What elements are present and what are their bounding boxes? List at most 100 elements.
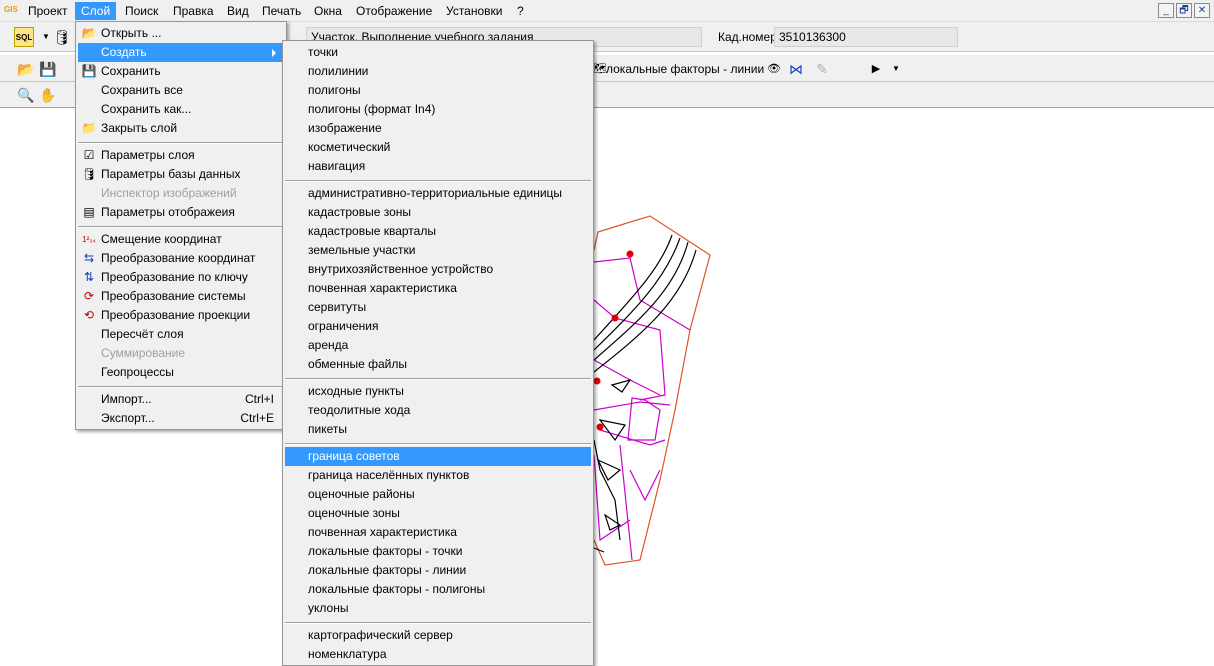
map-black-line	[593, 237, 681, 351]
create-settlement-boundary[interactable]: граница населённых пунктов	[285, 466, 591, 485]
create-image[interactable]: изображение	[285, 119, 591, 138]
menu-open-layer[interactable]: 📂 Открыть ...	[78, 24, 284, 43]
map-point	[593, 377, 601, 385]
map-black-line	[598, 419, 626, 442]
menu-search[interactable]: Поиск	[119, 2, 164, 20]
map-magenta-line	[629, 469, 661, 502]
create-polygons-in4[interactable]: полигоны (формат In4)	[285, 100, 591, 119]
dropdown-arrow-icon[interactable]: ▼	[886, 59, 906, 79]
create-admin-units[interactable]: административно-территориальные единицы	[285, 184, 591, 203]
projection-icon: ⟲	[83, 308, 95, 322]
snap-icon[interactable]: ⋈	[786, 59, 806, 79]
create-council-boundary[interactable]: граница советов	[285, 447, 591, 466]
create-nomenclature[interactable]: номенклатура	[285, 645, 591, 664]
menu-save-as[interactable]: Сохранить как...	[78, 100, 284, 119]
system-transform-icon: ⟳	[83, 289, 95, 303]
minimize-button[interactable]: _	[1158, 3, 1174, 18]
play-icon[interactable]: ▶	[866, 59, 886, 79]
menu-windows[interactable]: Окна	[308, 2, 348, 20]
display-params-icon: ▤	[83, 205, 95, 219]
create-source-points[interactable]: исходные пункты	[285, 382, 591, 401]
create-valuation-districts[interactable]: оценочные районы	[285, 485, 591, 504]
open-folder-icon[interactable]: 📂	[16, 59, 36, 79]
menu-coord-transform[interactable]: ⇆ Преобразование координат	[78, 249, 284, 268]
create-soil-characteristic[interactable]: почвенная характеристика	[285, 279, 591, 298]
menu-save-layer[interactable]: 💾 Сохранить	[78, 62, 284, 81]
create-points[interactable]: точки	[285, 43, 591, 62]
map-magenta-line	[619, 444, 633, 561]
submenu-arrow-icon	[272, 49, 276, 57]
create-theodolite-traverses[interactable]: теодолитные хода	[285, 401, 591, 420]
cadastral-label: Кад.номер	[718, 30, 777, 44]
pencil-icon[interactable]: ✎	[812, 59, 832, 79]
map-magenta-line	[593, 299, 666, 401]
create-soil-characteristic-2[interactable]: почвенная характеристика	[285, 523, 591, 542]
menu-settings[interactable]: Установки	[440, 2, 508, 20]
menu-summation[interactable]: Суммирование	[78, 344, 284, 363]
create-navigation[interactable]: навигация	[285, 157, 591, 176]
create-exchange-files[interactable]: обменные файлы	[285, 355, 591, 374]
menu-coord-offset[interactable]: 1²₃₄ Смещение координат	[78, 230, 284, 249]
create-pickets[interactable]: пикеты	[285, 420, 591, 439]
create-land-plots[interactable]: земельные участки	[285, 241, 591, 260]
create-servitudes[interactable]: сервитуты	[285, 298, 591, 317]
menu-create-layer[interactable]: Создать	[78, 43, 284, 62]
menu-key-transform[interactable]: ⇅ Преобразование по ключу	[78, 268, 284, 287]
menu-db-params[interactable]: 🛢 Параметры базы данных	[78, 165, 284, 184]
restore-button[interactable]: 🗗	[1176, 3, 1192, 18]
menu-project[interactable]: Проект	[22, 2, 74, 20]
menu-image-inspector[interactable]: Инспектор изображений	[78, 184, 284, 203]
menu-system-transform[interactable]: ⟳ Преобразование системы	[78, 287, 284, 306]
close-button[interactable]: ✕	[1194, 3, 1210, 18]
create-cadastral-zones[interactable]: кадастровые зоны	[285, 203, 591, 222]
app-logo-icon: GIS	[4, 5, 18, 14]
menu-projection-transform[interactable]: ⟲ Преобразование проекции	[78, 306, 284, 325]
menu-help[interactable]: ?	[511, 2, 530, 20]
menu-recalc-layer[interactable]: Пересчёт слоя	[78, 325, 284, 344]
menu-bar: GIS Проект Слой Поиск Правка Вид Печать …	[0, 0, 1214, 22]
active-layer-name[interactable]: локальные факторы - линии	[606, 60, 764, 78]
menu-layer[interactable]: Слой	[75, 2, 117, 20]
create-farm-structure[interactable]: внутрихозяйственное устройство	[285, 260, 591, 279]
menu-export[interactable]: Экспорт... Ctrl+E	[78, 409, 284, 428]
menu-view[interactable]: Вид	[221, 2, 255, 20]
map-black-line	[593, 249, 697, 373]
create-restrictions[interactable]: ограничения	[285, 317, 591, 336]
pan-hand-icon[interactable]: ✋	[38, 85, 58, 105]
create-cosmetic[interactable]: косметический	[285, 138, 591, 157]
save-icon[interactable]: 💾	[38, 59, 58, 79]
zoom-icon[interactable]: 🔍	[16, 85, 36, 105]
save-icon: 💾	[81, 64, 97, 78]
create-polylines[interactable]: полилинии	[285, 62, 591, 81]
menu-display-params[interactable]: ▤ Параметры отображеия	[78, 203, 284, 222]
menu-display[interactable]: Отображение	[350, 2, 438, 20]
create-local-factors-lines[interactable]: локальные факторы - линии	[285, 561, 591, 580]
map-magenta-line	[593, 359, 661, 396]
create-valuation-zones[interactable]: оценочные зоны	[285, 504, 591, 523]
create-cadastral-blocks[interactable]: кадастровые кварталы	[285, 222, 591, 241]
create-lease[interactable]: аренда	[285, 336, 591, 355]
create-local-factors-points[interactable]: локальные факторы - точки	[285, 542, 591, 561]
create-map-server[interactable]: картографический сервер	[285, 626, 591, 645]
create-slopes[interactable]: уклоны	[285, 599, 591, 618]
menu-import[interactable]: Импорт... Ctrl+I	[78, 390, 284, 409]
menu-edit[interactable]: Правка	[167, 2, 220, 20]
menu-save-all[interactable]: Сохранить все	[78, 81, 284, 100]
map-point	[626, 250, 634, 258]
map-black-line	[593, 241, 689, 361]
menu-print[interactable]: Печать	[256, 2, 307, 20]
sql-icon[interactable]: SQL	[14, 27, 34, 47]
menu-close-layer[interactable]: 📁 Закрыть слой	[78, 119, 284, 138]
key-transform-icon: ⇅	[83, 270, 95, 284]
map-magenta-line	[593, 257, 691, 331]
layer-params-icon: ☑	[83, 148, 95, 162]
create-polygons[interactable]: полигоны	[285, 81, 591, 100]
menu-geoprocesses[interactable]: Геопроцессы	[78, 363, 284, 382]
eye-icon[interactable]: 👁	[764, 59, 784, 79]
map-magenta-line	[593, 401, 671, 411]
transform-icon: ⇆	[83, 251, 95, 265]
database-icon[interactable]: 🛢	[52, 27, 72, 47]
create-local-factors-polygons[interactable]: локальные факторы - полигоны	[285, 580, 591, 599]
map-black-line	[593, 439, 621, 541]
menu-layer-params[interactable]: ☑ Параметры слоя	[78, 146, 284, 165]
